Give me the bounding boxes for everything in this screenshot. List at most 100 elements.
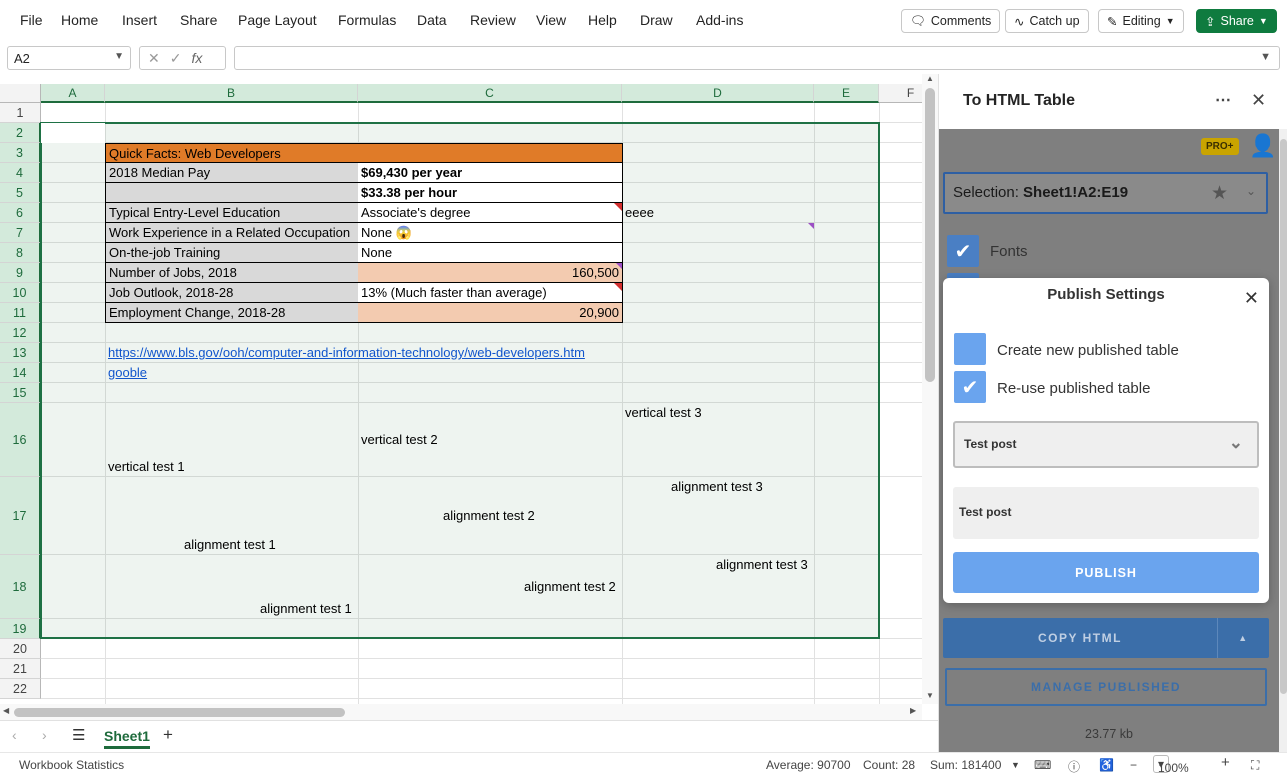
row-header[interactable]: 18: [0, 555, 41, 619]
workbook-statistics[interactable]: Workbook Statistics: [19, 758, 124, 772]
scroll-right-icon[interactable]: ▶: [910, 706, 916, 715]
share-button[interactable]: ⇪ Share ▼: [1196, 9, 1277, 33]
cell-text[interactable]: vertical test 3: [625, 405, 702, 420]
table-label-cell[interactable]: On-the-job Training: [105, 243, 359, 263]
comments-button[interactable]: 🗨 Comments: [901, 9, 1001, 33]
pane-scrollbar[interactable]: [1279, 129, 1287, 752]
table-label-cell[interactable]: Typical Entry-Level Education: [105, 203, 359, 223]
column-header-e[interactable]: E: [814, 84, 879, 103]
row-header[interactable]: 14: [0, 363, 41, 383]
row-header[interactable]: 22: [0, 679, 41, 699]
cell-text[interactable]: vertical test 2: [361, 432, 438, 447]
column-header-d[interactable]: D: [622, 84, 814, 103]
table-label-cell[interactable]: 2018 Median Pay: [105, 163, 359, 183]
editing-mode-button[interactable]: ✎ Editing ▼: [1098, 9, 1184, 33]
chevron-down-icon[interactable]: ⌄: [1246, 184, 1256, 198]
copy-html-button[interactable]: COPY HTML ▲: [943, 618, 1269, 658]
row-header[interactable]: 8: [0, 243, 41, 263]
row-header[interactable]: 13: [0, 343, 41, 363]
post-title-input[interactable]: Test post: [953, 487, 1259, 539]
menu-review[interactable]: Review: [470, 12, 516, 28]
row-header[interactable]: 6: [0, 203, 41, 223]
reuse-table-checkbox[interactable]: ✔: [954, 371, 986, 403]
formula-input[interactable]: ▼: [234, 46, 1280, 70]
name-box[interactable]: A2 ▼: [7, 46, 131, 70]
table-value-cell[interactable]: 20,900: [358, 303, 623, 323]
expand-formula-icon[interactable]: ▼: [1260, 51, 1271, 63]
menu-add-ins[interactable]: Add-ins: [696, 12, 743, 28]
column-header-b[interactable]: B: [105, 84, 358, 103]
row-header[interactable]: 15: [0, 383, 41, 403]
table-value-cell[interactable]: $69,430 per year: [358, 163, 623, 183]
table-value-cell[interactable]: None: [358, 243, 623, 263]
fit-screen-icon[interactable]: ⛶: [1251, 758, 1259, 773]
column-header-a[interactable]: A: [41, 84, 105, 103]
more-options-icon[interactable]: ⋯: [1215, 90, 1231, 110]
function-icon[interactable]: fx: [191, 50, 202, 66]
cell-text[interactable]: alignment test 1: [260, 601, 352, 616]
cancel-icon[interactable]: ✕: [148, 50, 160, 67]
table-label-cell[interactable]: [105, 183, 359, 203]
menu-page-layout[interactable]: Page Layout: [238, 12, 317, 28]
row-header[interactable]: 2: [0, 123, 41, 143]
table-value-cell[interactable]: None 😱: [358, 223, 623, 243]
row-header[interactable]: 4: [0, 163, 41, 183]
cell-text[interactable]: eeee: [625, 205, 654, 220]
comment-indicator-icon[interactable]: [614, 283, 622, 291]
horizontal-scrollbar[interactable]: ◀ ▶: [0, 704, 922, 720]
create-new-table-checkbox[interactable]: [954, 333, 986, 365]
comment-indicator-icon[interactable]: [614, 203, 622, 211]
menu-formulas[interactable]: Formulas: [338, 12, 396, 28]
row-header[interactable]: 9: [0, 263, 41, 283]
vertical-scrollbar[interactable]: ▲ ▼: [922, 74, 938, 704]
chevron-down-icon[interactable]: ▼: [1011, 760, 1020, 770]
note-indicator-icon[interactable]: [616, 263, 622, 269]
sheet-tab[interactable]: Sheet1: [104, 728, 150, 749]
table-label-cell[interactable]: Work Experience in a Related Occupation: [105, 223, 359, 243]
column-header-c[interactable]: C: [358, 84, 622, 103]
row-header[interactable]: 17: [0, 477, 41, 555]
row-header[interactable]: 3: [0, 143, 41, 163]
select-all-corner[interactable]: [0, 84, 41, 103]
keyboard-icon[interactable]: ⌨: [1034, 758, 1051, 772]
active-cell[interactable]: [41, 123, 105, 143]
table-label-cell[interactable]: Job Outlook, 2018-28: [105, 283, 359, 303]
row-header[interactable]: 1: [0, 103, 41, 123]
menu-view[interactable]: View: [536, 12, 566, 28]
catch-up-button[interactable]: ∿ Catch up: [1005, 9, 1089, 33]
menu-home[interactable]: Home: [61, 12, 98, 28]
row-header[interactable]: 21: [0, 659, 41, 679]
manage-published-button[interactable]: MANAGE PUBLISHED: [945, 668, 1267, 706]
publish-button[interactable]: PUBLISH: [953, 552, 1259, 593]
accessibility-icon[interactable]: ♿: [1099, 758, 1114, 772]
menu-file[interactable]: File: [20, 12, 43, 28]
fonts-checkbox[interactable]: ✔: [947, 235, 979, 267]
row-header[interactable]: 11: [0, 303, 41, 323]
cell-text[interactable]: alignment test 1: [184, 537, 276, 552]
scroll-thumb[interactable]: [1280, 139, 1287, 694]
published-table-select[interactable]: Test post ⌄: [953, 421, 1259, 468]
check-icon[interactable]: ✓: [170, 50, 182, 67]
row-header[interactable]: 16: [0, 403, 41, 477]
spreadsheet-grid[interactable]: A B C D E F 1 2 3 4 5 6 7 8 9 10 11 12 1…: [0, 84, 922, 704]
row-header[interactable]: 12: [0, 323, 41, 343]
note-indicator-icon[interactable]: [808, 223, 814, 229]
close-icon[interactable]: ✕: [1244, 288, 1259, 309]
scroll-thumb[interactable]: [925, 88, 935, 382]
table-value-cell[interactable]: 160,500: [358, 263, 623, 283]
table-value-cell[interactable]: Associate's degree: [358, 203, 623, 223]
row-header[interactable]: 20: [0, 639, 41, 659]
scroll-down-icon[interactable]: ▼: [926, 691, 934, 700]
zoom-out-icon[interactable]: −: [1130, 758, 1137, 772]
row-header[interactable]: 19: [0, 619, 41, 639]
menu-help[interactable]: Help: [588, 12, 617, 28]
row-header[interactable]: 5: [0, 183, 41, 203]
help-icon[interactable]: ⓘ: [1068, 758, 1080, 774]
chevron-up-icon[interactable]: ▲: [1217, 618, 1269, 658]
zoom-select[interactable]: 100% ▾: [1153, 755, 1189, 774]
table-label-cell[interactable]: Employment Change, 2018-28: [105, 303, 359, 323]
table-value-cell[interactable]: 13% (Much faster than average): [358, 283, 623, 303]
hyperlink-cell[interactable]: gooble: [108, 365, 147, 380]
scroll-thumb[interactable]: [14, 708, 345, 717]
user-icon[interactable]: 👤: [1249, 133, 1276, 159]
